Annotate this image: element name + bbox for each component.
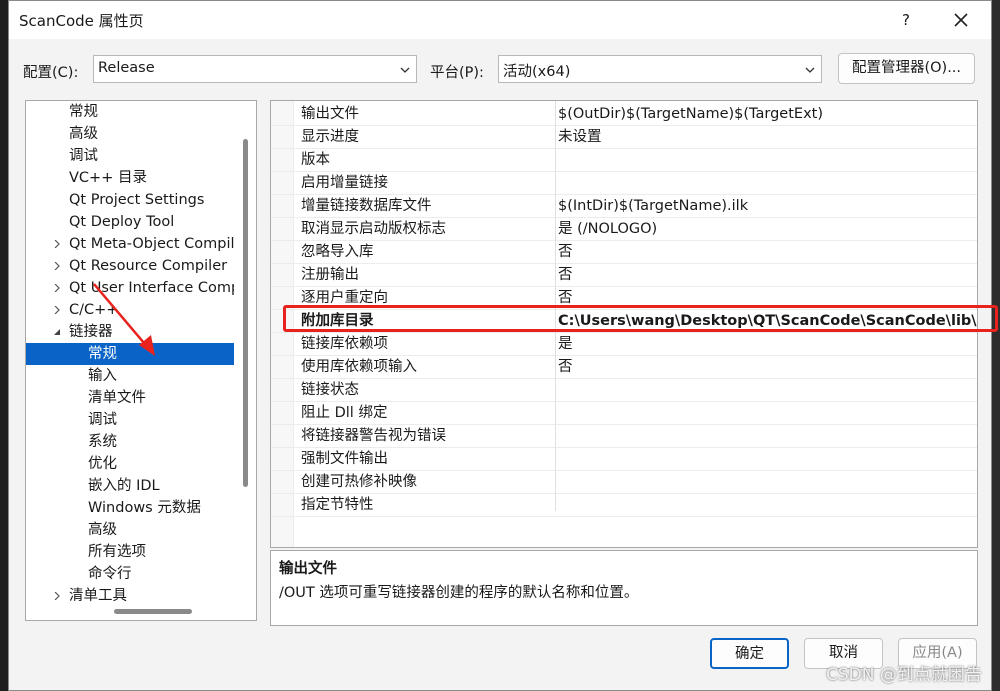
title-bar: ScanCode 属性页 ? xyxy=(9,1,991,39)
property-row[interactable]: 强制文件输出 xyxy=(271,448,977,471)
property-row[interactable]: 使用库依赖项输入否 xyxy=(271,356,977,379)
collapse-arrow-icon[interactable] xyxy=(53,328,61,336)
tree-item-qt-project-settings[interactable]: Qt Project Settings xyxy=(26,189,234,211)
expand-arrow-icon[interactable] xyxy=(53,240,61,248)
property-pages-dialog: ScanCode 属性页 ? 配置(C): Release 平台(P): 活动(… xyxy=(8,0,992,691)
config-label: 配置(C): xyxy=(23,65,79,81)
ok-button[interactable]: 确定 xyxy=(710,638,789,669)
tree-item-linker-embedded-idl[interactable]: 嵌入的 IDL xyxy=(26,475,234,497)
property-row[interactable]: 将链接器警告视为错误 xyxy=(271,425,977,448)
config-select[interactable]: Release xyxy=(93,55,417,83)
property-row[interactable]: 显示进度 未设置 xyxy=(271,126,977,149)
tree-item-advanced[interactable]: 高级 xyxy=(26,123,234,145)
tree-item-cpp[interactable]: C/C++ xyxy=(26,299,234,321)
tree-item-linker[interactable]: 链接器 xyxy=(26,321,234,343)
property-row[interactable]: 指定节特性 xyxy=(271,494,977,517)
chevron-down-icon xyxy=(400,67,410,73)
property-row[interactable]: 注册输出否 xyxy=(271,264,977,287)
tree-item-qt-deploy-tool[interactable]: Qt Deploy Tool xyxy=(26,211,234,233)
tree-item-linker-general[interactable]: 常规 xyxy=(26,343,234,365)
chevron-down-icon xyxy=(805,67,815,73)
tree-item-qt-uic[interactable]: Qt User Interface Compiler xyxy=(26,277,234,299)
tree-horizontal-scrollbar[interactable] xyxy=(114,609,192,614)
tree-item-general[interactable]: 常规 xyxy=(26,101,234,123)
tree-item-linker-manifest[interactable]: 清单文件 xyxy=(26,387,234,409)
tree-item-linker-input[interactable]: 输入 xyxy=(26,365,234,387)
tree-item-linker-debugging[interactable]: 调试 xyxy=(26,409,234,431)
description-text: /OUT 选项可重写链接器创建的程序的默认名称和位置。 xyxy=(279,585,639,601)
help-button[interactable]: ? xyxy=(891,7,921,33)
description-title: 输出文件 xyxy=(279,561,337,577)
window-title: ScanCode 属性页 xyxy=(19,12,144,30)
tree-item-linker-all-options[interactable]: 所有选项 xyxy=(26,541,234,563)
platform-label: 平台(P): xyxy=(430,65,484,81)
expand-arrow-icon[interactable] xyxy=(53,284,61,292)
config-value: Release xyxy=(98,60,155,76)
platform-value: 活动(x64) xyxy=(503,64,571,80)
tree-item-linker-windows-metadata[interactable]: Windows 元数据 xyxy=(26,497,234,519)
tree-item-linker-system[interactable]: 系统 xyxy=(26,431,234,453)
property-row[interactable]: 输出文件 $(OutDir)$(TargetName)$(TargetExt) xyxy=(271,103,977,126)
property-row[interactable]: 创建可热修补映像 xyxy=(271,471,977,494)
property-row[interactable]: 启用增量链接 xyxy=(271,172,977,195)
tree-item-linker-command-line[interactable]: 命令行 xyxy=(26,563,234,585)
config-manager-button[interactable]: 配置管理器(O)... xyxy=(838,53,975,84)
category-tree: 常规 高级 调试 VC++ 目录 Qt Project Settings Qt … xyxy=(25,100,257,621)
property-row[interactable]: 增量链接数据库文件 $(IntDir)$(TargetName).ilk xyxy=(271,195,977,218)
tree-item-manifest-tool[interactable]: 清单工具 xyxy=(26,585,234,607)
close-button[interactable] xyxy=(945,5,977,35)
tree-item-qt-rcc[interactable]: Qt Resource Compiler xyxy=(26,255,234,277)
description-panel: 输出文件 /OUT 选项可重写链接器创建的程序的默认名称和位置。 xyxy=(270,550,978,626)
expand-arrow-icon[interactable] xyxy=(53,262,61,270)
property-row[interactable]: 忽略导入库否 xyxy=(271,241,977,264)
tree-item-qt-moc[interactable]: Qt Meta-Object Compiler xyxy=(26,233,234,255)
watermark: CSDN @到点就困告 xyxy=(826,665,982,685)
property-row[interactable]: 链接状态 xyxy=(271,379,977,402)
tree-item-vc-directories[interactable]: VC++ 目录 xyxy=(26,167,234,189)
property-row[interactable]: 版本 xyxy=(271,149,977,172)
expand-arrow-icon[interactable] xyxy=(53,306,61,314)
tree-vertical-scrollbar[interactable] xyxy=(243,139,248,487)
annotation-highlight-box xyxy=(283,305,998,332)
tree-item-linker-optimization[interactable]: 优化 xyxy=(26,453,234,475)
property-row[interactable]: 阻止 Dll 绑定 xyxy=(271,402,977,425)
property-row[interactable]: 链接库依赖项是 xyxy=(271,333,977,356)
property-row[interactable]: 取消显示启动版权标志是 (/NOLOGO) xyxy=(271,218,977,241)
expand-arrow-icon[interactable] xyxy=(53,592,61,600)
tree-item-linker-advanced[interactable]: 高级 xyxy=(26,519,234,541)
tree-item-debugging[interactable]: 调试 xyxy=(26,145,234,167)
close-icon xyxy=(954,13,968,27)
platform-select[interactable]: 活动(x64) xyxy=(498,55,822,83)
